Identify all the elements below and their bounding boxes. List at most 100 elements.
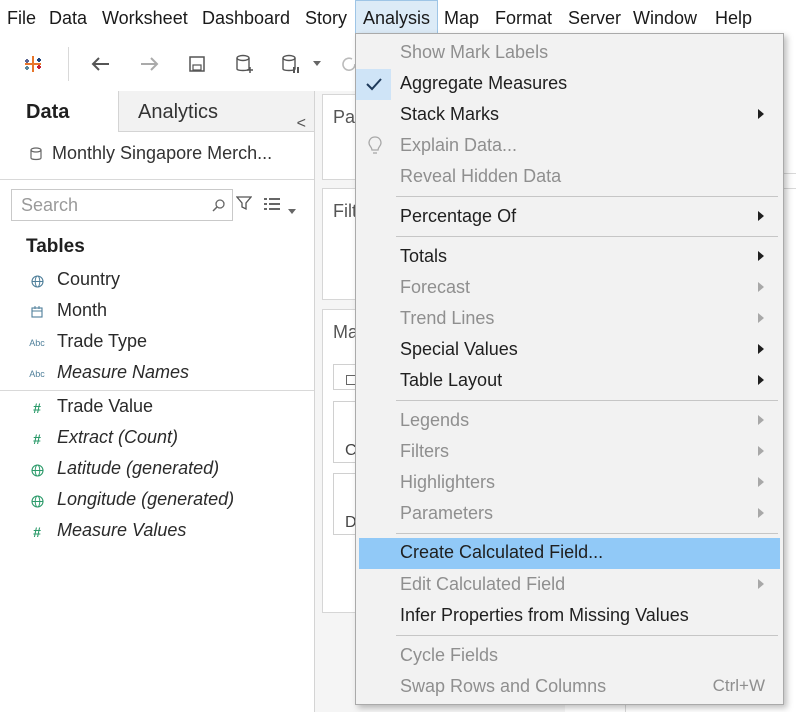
submenu-arrow-icon <box>758 344 764 354</box>
menu-item-label: Trend Lines <box>400 308 495 328</box>
menu-item-special-values[interactable]: Special Values <box>356 335 783 366</box>
menu-item-label: Table Layout <box>400 370 503 390</box>
submenu-arrow-icon <box>758 446 764 456</box>
new-data-source-icon[interactable] <box>232 51 258 77</box>
search-placeholder: Search <box>21 195 79 215</box>
menu-item-show-mark-labels[interactable]: Show Mark Labels <box>356 38 783 69</box>
submenu-arrow-icon <box>758 251 764 261</box>
submenu-arrow-icon <box>758 477 764 487</box>
field-trade-value[interactable]: # Trade Value <box>0 393 314 423</box>
tab-analytics-label: Analytics <box>138 101 219 123</box>
menu-item-label: Special Values <box>400 339 518 359</box>
tab-analytics[interactable]: Analytics < <box>118 91 314 132</box>
data-source-item[interactable]: Monthly Singapore Merch... <box>0 137 314 173</box>
submenu-arrow-icon <box>758 313 764 323</box>
menu-item-highlighters[interactable]: Highlighters <box>356 468 783 499</box>
menu-analysis[interactable]: Analysis <box>355 0 439 37</box>
menu-item-stack-marks[interactable]: Stack Marks <box>356 100 783 131</box>
submenu-arrow-icon <box>758 375 764 385</box>
menu-map[interactable]: Map <box>437 0 486 37</box>
menu-item-label: Legends <box>400 410 470 430</box>
field-name: Longitude (generated) <box>57 489 235 509</box>
menu-item-forecast[interactable]: Forecast <box>356 273 783 304</box>
menu-format[interactable]: Format <box>488 0 559 37</box>
shortcut-label: Ctrl+W <box>712 676 765 695</box>
menu-item-percentage-of[interactable]: Percentage Of <box>356 202 783 233</box>
field-name: Month <box>57 300 108 320</box>
field-country[interactable]: Country <box>0 266 314 296</box>
submenu-arrow-icon <box>758 579 764 589</box>
menu-item-reveal-hidden-data[interactable]: Reveal Hidden Data <box>356 162 783 193</box>
menu-item-swap-rows-columns[interactable]: Swap Rows and Columns Ctrl+W <box>356 672 783 703</box>
menu-item-label: Show Mark Labels <box>400 42 549 62</box>
menu-separator <box>396 236 778 237</box>
menu-item-filters[interactable]: Filters <box>356 437 783 468</box>
dimensions-measures-divider <box>0 390 314 391</box>
field-trade-type[interactable]: Abc Trade Type <box>0 328 314 358</box>
filter-icon[interactable] <box>235 195 253 216</box>
search-input[interactable]: Search <box>11 189 233 221</box>
tableau-logo-icon[interactable] <box>20 51 46 77</box>
submenu-arrow-icon <box>758 415 764 425</box>
menu-item-trend-lines[interactable]: Trend Lines <box>356 304 783 335</box>
tables-heading: Tables <box>26 236 85 257</box>
menu-file[interactable]: File <box>0 0 43 37</box>
menu-bar: File Data Worksheet Dashboard Story Anal… <box>0 0 796 37</box>
calendar-icon <box>28 305 46 319</box>
menu-item-edit-calculated-field[interactable]: Edit Calculated Field <box>356 570 783 601</box>
menu-item-label: Totals <box>400 246 448 266</box>
abc-icon: Abc <box>29 338 45 348</box>
list-view-icon[interactable] <box>264 197 280 215</box>
menu-item-label: Stack Marks <box>400 104 500 124</box>
data-source-name: Monthly Singapore Merch... <box>52 143 273 163</box>
field-name: Extract (Count) <box>57 427 179 447</box>
menu-item-legends[interactable]: Legends <box>356 406 783 437</box>
abc-icon: Abc <box>29 369 45 379</box>
hash-icon: # <box>33 524 41 540</box>
menu-worksheet[interactable]: Worksheet <box>95 0 195 37</box>
field-measure-names[interactable]: Abc Measure Names <box>0 359 314 389</box>
globe-icon <box>28 494 46 508</box>
field-extract-count[interactable]: # Extract (Count) <box>0 424 314 454</box>
menu-item-cycle-fields[interactable]: Cycle Fields <box>356 641 783 672</box>
data-pane: Data Analytics < Monthly Singapore Merch… <box>0 91 315 712</box>
view-options-caret-icon[interactable] <box>288 202 296 220</box>
menu-item-create-calculated-field[interactable]: Create Calculated Field... <box>359 538 780 569</box>
field-measure-values[interactable]: # Measure Values <box>0 517 314 547</box>
lightbulb-icon <box>368 136 382 161</box>
field-latitude[interactable]: Latitude (generated) <box>0 455 314 485</box>
menu-story[interactable]: Story <box>298 0 354 37</box>
toolbar-divider <box>68 47 69 81</box>
field-name: Country <box>57 269 121 289</box>
menu-item-label: Edit Calculated Field <box>400 574 566 594</box>
menu-item-label: Reveal Hidden Data <box>400 166 562 186</box>
back-arrow-icon[interactable] <box>88 51 114 77</box>
menu-item-explain-data[interactable]: Explain Data... <box>356 131 783 162</box>
field-longitude[interactable]: Longitude (generated) <box>0 486 314 516</box>
field-month[interactable]: Month <box>0 297 314 327</box>
menu-item-infer-properties[interactable]: Infer Properties from Missing Values <box>356 601 783 632</box>
menu-item-label: Highlighters <box>400 472 496 492</box>
menu-item-totals[interactable]: Totals <box>356 242 783 273</box>
tab-data[interactable]: Data <box>0 91 118 133</box>
menu-window[interactable]: Window <box>626 0 704 37</box>
database-icon <box>30 147 42 166</box>
pause-auto-updates-icon[interactable] <box>278 51 304 77</box>
menu-server[interactable]: Server <box>561 0 628 37</box>
menu-separator <box>396 635 778 636</box>
menu-dashboard[interactable]: Dashboard <box>195 0 297 37</box>
save-icon[interactable] <box>184 51 210 77</box>
analysis-menu: Show Mark Labels Aggregate Measures Stac… <box>355 33 784 705</box>
pane-tabs: Data Analytics < <box>0 91 314 133</box>
dropdown-caret-icon[interactable] <box>310 51 324 77</box>
menu-item-table-layout[interactable]: Table Layout <box>356 366 783 397</box>
menu-help[interactable]: Help <box>708 0 759 37</box>
menu-separator <box>396 196 778 197</box>
field-name: Trade Value <box>57 396 154 416</box>
forward-arrow-icon[interactable] <box>136 51 162 77</box>
menu-item-aggregate-measures[interactable]: Aggregate Measures <box>356 69 783 100</box>
menu-item-label: Swap Rows and Columns <box>400 676 607 696</box>
field-name: Latitude (generated) <box>57 458 220 478</box>
menu-data[interactable]: Data <box>42 0 94 37</box>
menu-item-parameters[interactable]: Parameters <box>356 499 783 530</box>
